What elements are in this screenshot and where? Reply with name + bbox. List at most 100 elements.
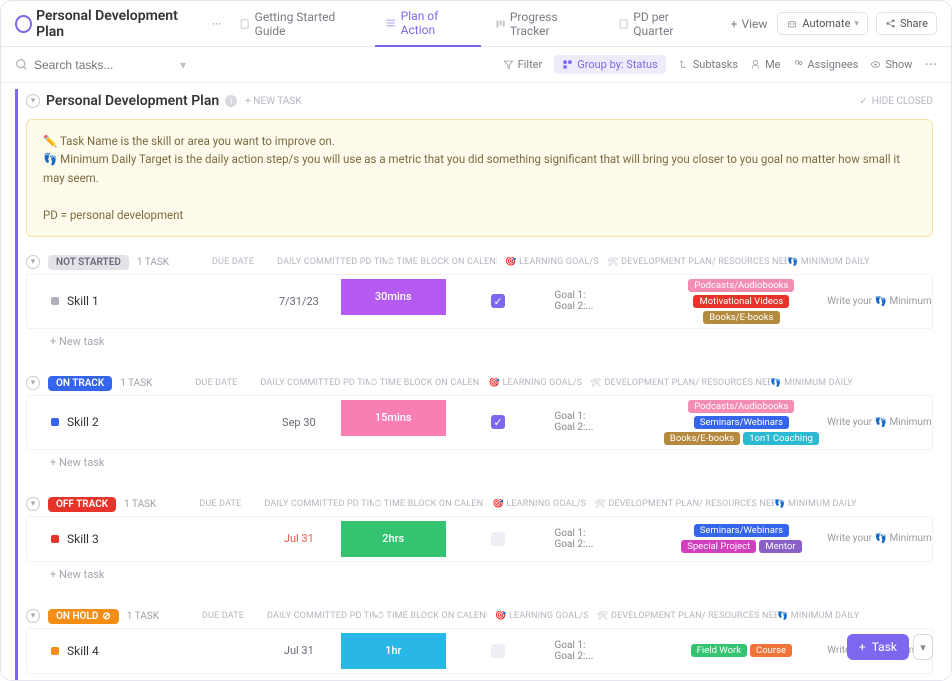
top-navbar: Personal Development Plan ··· Getting St… — [1, 1, 951, 47]
new-task-row[interactable]: + New task — [26, 329, 933, 354]
col-time-block: ⏱ TIME BLOCK ON CALENDAR — [370, 378, 480, 388]
collapse-icon[interactable]: ▾ — [26, 94, 40, 108]
goals-cell[interactable]: Goal 1:Goal 2:... — [551, 411, 656, 433]
checkbox-icon[interactable] — [491, 644, 505, 658]
col-min-daily: 👣 MINIMUM DAILY — [770, 378, 880, 388]
col-daily-time: DAILY COMMITTED PD TIME — [260, 378, 370, 388]
min-daily-cell[interactable]: Write your 👣 Minimum Target here. — [827, 296, 932, 307]
status-pill[interactable]: ON TRACK — [48, 376, 112, 391]
task-row[interactable]: Skill 4 Jul 31 1hr Goal 1:Goal 2:... Fie… — [26, 628, 933, 674]
goal-text: Goal 1: — [555, 528, 586, 539]
checkbox-icon[interactable] — [491, 532, 505, 546]
col-time-block: ⏱ TIME BLOCK ON CALENDAR — [387, 257, 497, 267]
more-options-icon[interactable]: ··· — [924, 55, 937, 74]
resource-tag[interactable]: Course — [750, 644, 792, 657]
tab-progress-tracker[interactable]: Progress Tracker — [485, 1, 604, 47]
goals-cell[interactable]: Goal 1:Goal 2:... — [551, 640, 656, 662]
goal-text: Goal 1: — [555, 411, 586, 422]
status-pill[interactable]: NOT STARTED — [48, 255, 129, 270]
chevron-down-icon[interactable]: ▾ — [180, 58, 186, 72]
fab-expand[interactable]: ▾ — [913, 634, 933, 660]
due-date-cell[interactable]: Jul 31 — [257, 532, 341, 545]
resource-tag[interactable]: Seminars/Webinars — [694, 416, 789, 429]
task-name[interactable]: Skill 4 — [67, 644, 99, 658]
status-pill[interactable]: ON HOLD ⊘ — [48, 609, 119, 624]
resource-tag[interactable]: Books/E-books — [703, 311, 779, 324]
plan-cell[interactable]: Field WorkCourse — [656, 644, 828, 657]
hide-closed-toggle[interactable]: ✓ HIDE CLOSED — [859, 96, 933, 107]
time-block-cell[interactable]: ✓ — [446, 294, 551, 308]
resource-tag[interactable]: Mentor — [759, 540, 801, 553]
daily-time-cell[interactable]: 1hr — [341, 633, 446, 669]
collapse-icon[interactable]: ▾ — [26, 497, 40, 511]
me-button[interactable]: Me — [750, 58, 780, 71]
resource-tag[interactable]: Podcasts/Audiobooks — [688, 279, 794, 292]
show-button[interactable]: Show — [870, 58, 912, 71]
task-row[interactable]: Skill 1 7/31/23 30mins ✓ Goal 1:Goal 2:.… — [26, 274, 933, 329]
due-date-cell[interactable]: Jul 31 — [257, 644, 341, 657]
subtasks-button[interactable]: Subtasks — [678, 58, 738, 71]
time-block-cell[interactable]: ✓ — [446, 415, 551, 429]
tab-getting-started[interactable]: Getting Started Guide — [229, 1, 371, 47]
due-date-cell[interactable]: Sep 30 — [257, 416, 341, 429]
resource-tag[interactable]: Podcasts/Audiobooks — [688, 400, 794, 413]
task-name[interactable]: Skill 3 — [67, 532, 99, 546]
checkbox-icon[interactable]: ✓ — [491, 294, 505, 308]
col-daily-time: DAILY COMMITTED PD TIME — [264, 499, 374, 509]
task-row[interactable]: Skill 3 Jul 31 2hrs Goal 1:Goal 2:... Se… — [26, 516, 933, 562]
new-task-link[interactable]: + NEW TASK — [245, 96, 301, 107]
checkbox-icon[interactable]: ✓ — [491, 415, 505, 429]
subtask-icon — [678, 59, 689, 70]
collapse-icon[interactable]: ▾ — [26, 376, 40, 390]
new-task-fab[interactable]: + Task — [847, 634, 909, 660]
collapse-icon[interactable]: ▾ — [26, 255, 40, 269]
goals-cell[interactable]: Goal 1:Goal 2:... — [551, 528, 656, 550]
collapse-icon[interactable]: ▾ — [26, 609, 40, 623]
automate-button[interactable]: Automate ▾ — [777, 12, 868, 35]
resource-tag[interactable]: Seminars/Webinars — [694, 524, 789, 537]
resource-tag[interactable]: Books/E-books — [664, 432, 740, 445]
filter-button[interactable]: Filter — [503, 58, 543, 71]
info-notice: ✏️ Task Name is the skill or area you wa… — [26, 119, 933, 237]
due-date-cell[interactable]: 7/31/23 — [257, 295, 341, 308]
share-button[interactable]: Share — [876, 12, 937, 35]
daily-time-cell[interactable]: 15mins — [341, 400, 446, 436]
task-name[interactable]: Skill 2 — [67, 415, 99, 429]
plan-cell[interactable]: Podcasts/Audiobooks Motivational Videos Bo… — [656, 279, 828, 324]
plan-cell[interactable]: Seminars/Webinars Special ProjectMentor — [656, 524, 828, 553]
new-task-row[interactable]: + New task — [26, 674, 933, 680]
tab-plan-of-action[interactable]: Plan of Action — [375, 1, 480, 47]
task-name[interactable]: Skill 1 — [67, 294, 99, 308]
resource-tag[interactable]: Special Project — [681, 540, 756, 553]
plus-icon: + — [859, 640, 866, 654]
tab-add-view[interactable]: + View — [721, 1, 778, 47]
resource-tag[interactable]: Motivational Videos — [693, 295, 789, 308]
col-daily-time: DAILY COMMITTED PD TIME — [277, 257, 387, 267]
new-task-row[interactable]: + New task — [26, 450, 933, 475]
task-count: 1 TASK — [127, 611, 159, 622]
status-square-icon[interactable] — [51, 535, 59, 543]
goals-cell[interactable]: Goal 1:Goal 2:... — [551, 290, 656, 312]
min-daily-cell[interactable]: Write your 👣 Minimum Target here. — [827, 533, 932, 544]
info-icon[interactable]: i — [225, 95, 237, 107]
time-block-cell[interactable] — [446, 532, 551, 546]
resource-tag[interactable]: Field Work — [691, 644, 747, 657]
tab-pd-per-quarter[interactable]: PD per Quarter — [608, 1, 717, 47]
task-row[interactable]: Skill 2 Sep 30 15mins ✓ Goal 1:Goal 2:..… — [26, 395, 933, 450]
status-square-icon[interactable] — [51, 418, 59, 426]
status-pill[interactable]: OFF TRACK — [48, 497, 116, 512]
daily-time-cell[interactable]: 2hrs — [341, 521, 446, 557]
resource-tag[interactable]: 1on1 Coaching — [743, 432, 819, 445]
group-by-button[interactable]: Group by: Status — [554, 55, 666, 74]
new-task-row[interactable]: + New task — [26, 562, 933, 587]
min-daily-cell[interactable]: Write your 👣 Minimum Target here. — [827, 417, 932, 428]
plan-cell[interactable]: Podcasts/Audiobooks Seminars/Webinars Book… — [656, 400, 828, 445]
assignees-button[interactable]: Assignees — [793, 58, 859, 71]
share-icon — [885, 18, 896, 29]
status-square-icon[interactable] — [51, 647, 59, 655]
daily-time-cell[interactable]: 30mins — [341, 279, 446, 315]
time-block-cell[interactable] — [446, 644, 551, 658]
search-input[interactable] — [34, 58, 174, 72]
status-square-icon[interactable] — [51, 297, 59, 305]
title-more-icon[interactable]: ··· — [208, 17, 225, 31]
